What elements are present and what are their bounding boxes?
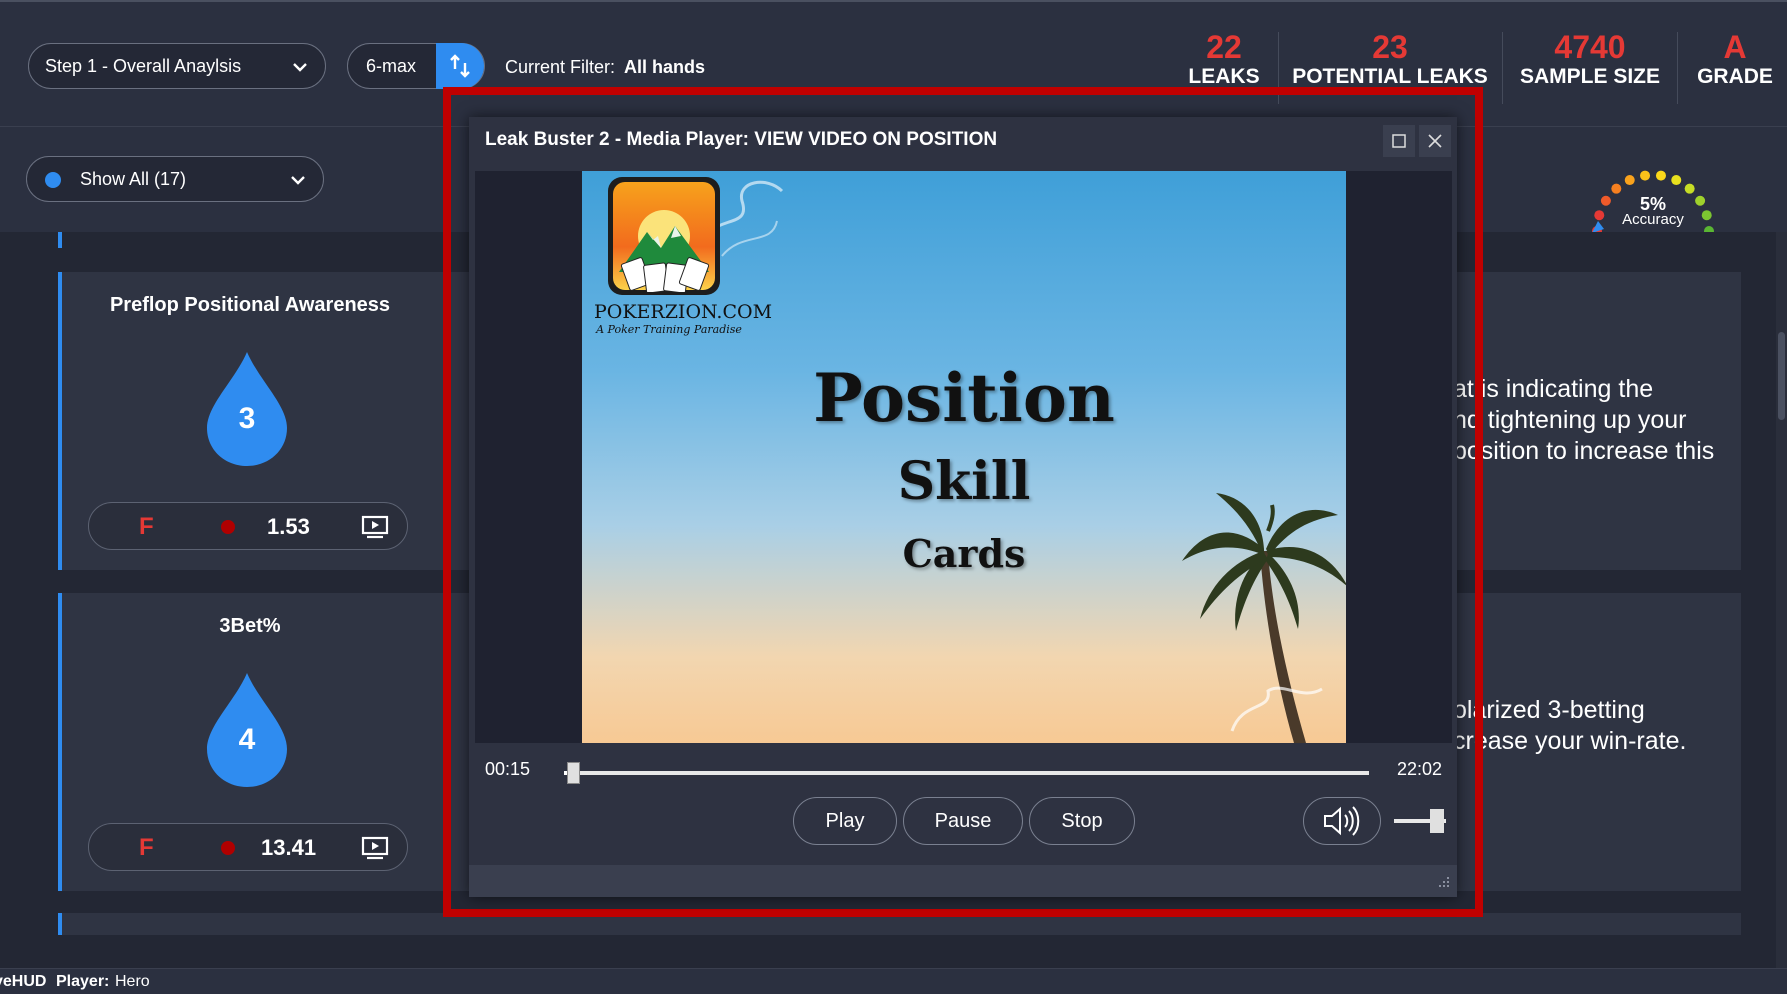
leak-card[interactable]: Preflop Positional Awareness 3 F 1.53 <box>58 272 438 570</box>
gauge-dot <box>1684 183 1695 194</box>
table-size-select[interactable]: 6-max <box>347 43 485 89</box>
current-filter-label: Current Filter: <box>505 57 616 77</box>
divider <box>1502 32 1503 104</box>
swap-icon <box>450 54 470 78</box>
stat-potential-leaks: 23 POTENTIAL LEAKS <box>1290 30 1490 90</box>
drop-value: 4 <box>238 723 256 756</box>
description-line: nd tightening up your <box>1453 406 1687 434</box>
stat-grade-label: GRADE <box>1697 65 1773 88</box>
status-bar: veHUD Player: Hero <box>0 968 1787 994</box>
play-button[interactable]: Play <box>793 797 897 845</box>
scrollbar-thumb[interactable] <box>1778 332 1785 420</box>
description-line: crease your win-rate. <box>1453 727 1687 755</box>
stat-leaks: 22 LEAKS <box>1170 30 1278 90</box>
stat-potential-leaks-value: 23 <box>1372 29 1408 65</box>
logo-text: POKERZION.COM <box>594 301 773 323</box>
current-time: 00:15 <box>485 759 531 779</box>
show-select-label: Show All (17) <box>80 168 187 189</box>
drop-icon: 4 <box>205 671 289 789</box>
window-status-strip <box>469 865 1457 897</box>
seek-bar[interactable] <box>564 762 1369 784</box>
video-frame: POKERZION.COM A Poker Training Paradise … <box>582 171 1346 743</box>
swap-button[interactable] <box>436 43 484 89</box>
card-value: 13.41 <box>261 835 317 860</box>
chevron-down-icon <box>291 176 305 185</box>
gauge-dot <box>1611 183 1622 194</box>
video-area[interactable]: POKERZION.COM A Poker Training Paradise … <box>475 171 1452 743</box>
pause-button[interactable]: Pause <box>903 797 1023 845</box>
leak-card[interactable] <box>58 913 438 935</box>
maximize-icon <box>1392 134 1406 148</box>
card-footer: F 1.53 <box>88 502 408 550</box>
grade-letter: F <box>139 513 154 540</box>
card-footer: F 13.41 <box>88 823 408 871</box>
blue-dot-icon <box>45 172 61 188</box>
drop-value: 3 <box>238 402 256 435</box>
stat-sample-size-value: 4740 <box>1554 29 1626 65</box>
stop-button[interactable]: Stop <box>1029 797 1135 845</box>
stat-sample-size-label: SAMPLE SIZE <box>1519 65 1661 88</box>
table-size-label: 6-max <box>366 55 417 76</box>
player-label: Player: <box>56 973 110 990</box>
seek-thumb[interactable] <box>566 762 580 784</box>
card-title: Preflop Positional Awareness <box>109 294 391 316</box>
stat-leaks-value: 22 <box>1206 29 1242 65</box>
gauge-dot <box>1671 175 1682 186</box>
gauge-dot <box>1655 170 1666 181</box>
close-button[interactable] <box>1419 125 1451 157</box>
card-edge <box>58 232 62 248</box>
gauge-dot <box>1624 175 1635 186</box>
video-icon[interactable] <box>361 836 389 860</box>
video-icon[interactable] <box>361 515 389 539</box>
step-select[interactable]: Step 1 - Overall Anaylsis <box>28 43 326 89</box>
red-dot-icon <box>221 520 235 534</box>
description-line: position to increase this <box>1453 437 1715 465</box>
chevron-down-icon <box>293 63 307 72</box>
grade-letter: F <box>139 834 154 861</box>
stat-sample-size: 4740 SAMPLE SIZE <box>1515 30 1665 90</box>
volume-thumb[interactable] <box>1430 809 1445 833</box>
swirl-decoration <box>1230 686 1323 732</box>
app-name: veHUD <box>0 973 47 990</box>
mute-button[interactable] <box>1303 797 1381 845</box>
maximize-button[interactable] <box>1383 125 1415 157</box>
resize-grip-icon[interactable] <box>1435 875 1451 891</box>
red-dot-icon <box>221 841 235 855</box>
player-value: Hero <box>115 973 150 990</box>
show-select[interactable]: Show All (17) <box>26 156 324 202</box>
media-player-window: Leak Buster 2 - Media Player: VIEW VIDEO… <box>469 117 1457 897</box>
logo-subtitle: A Poker Training Paradise <box>596 323 742 336</box>
divider <box>1677 32 1678 104</box>
stat-grade: A GRADE <box>1690 30 1780 90</box>
volume-slider[interactable] <box>1394 809 1446 833</box>
accuracy-label: Accuracy <box>1622 211 1684 228</box>
stat-grade-value: A <box>1723 29 1747 65</box>
total-time: 22:02 <box>1397 759 1443 779</box>
card-value: 1.53 <box>267 514 310 539</box>
leak-card[interactable]: 3Bet% 4 F 13.41 <box>58 593 438 891</box>
scrollbar[interactable] <box>1776 232 1787 968</box>
card-title: 3Bet% <box>219 615 281 637</box>
speaker-icon <box>1324 806 1360 836</box>
current-filter: Current Filter: All hands <box>505 57 705 78</box>
pokerzion-logo <box>608 177 720 295</box>
gauge-dot <box>1640 170 1651 181</box>
drop-icon: 3 <box>205 350 289 468</box>
video-line-position: Position <box>813 359 1115 437</box>
close-icon <box>1428 134 1442 148</box>
window-title: Leak Buster 2 - Media Player: VIEW VIDEO… <box>485 129 998 150</box>
description-line: at is indicating the <box>1453 375 1654 403</box>
accuracy-gauge: 5% Accuracy <box>1578 149 1728 236</box>
step-select-label: Step 1 - Overall Anaylsis <box>45 55 242 76</box>
current-filter-value: All hands <box>624 57 706 77</box>
